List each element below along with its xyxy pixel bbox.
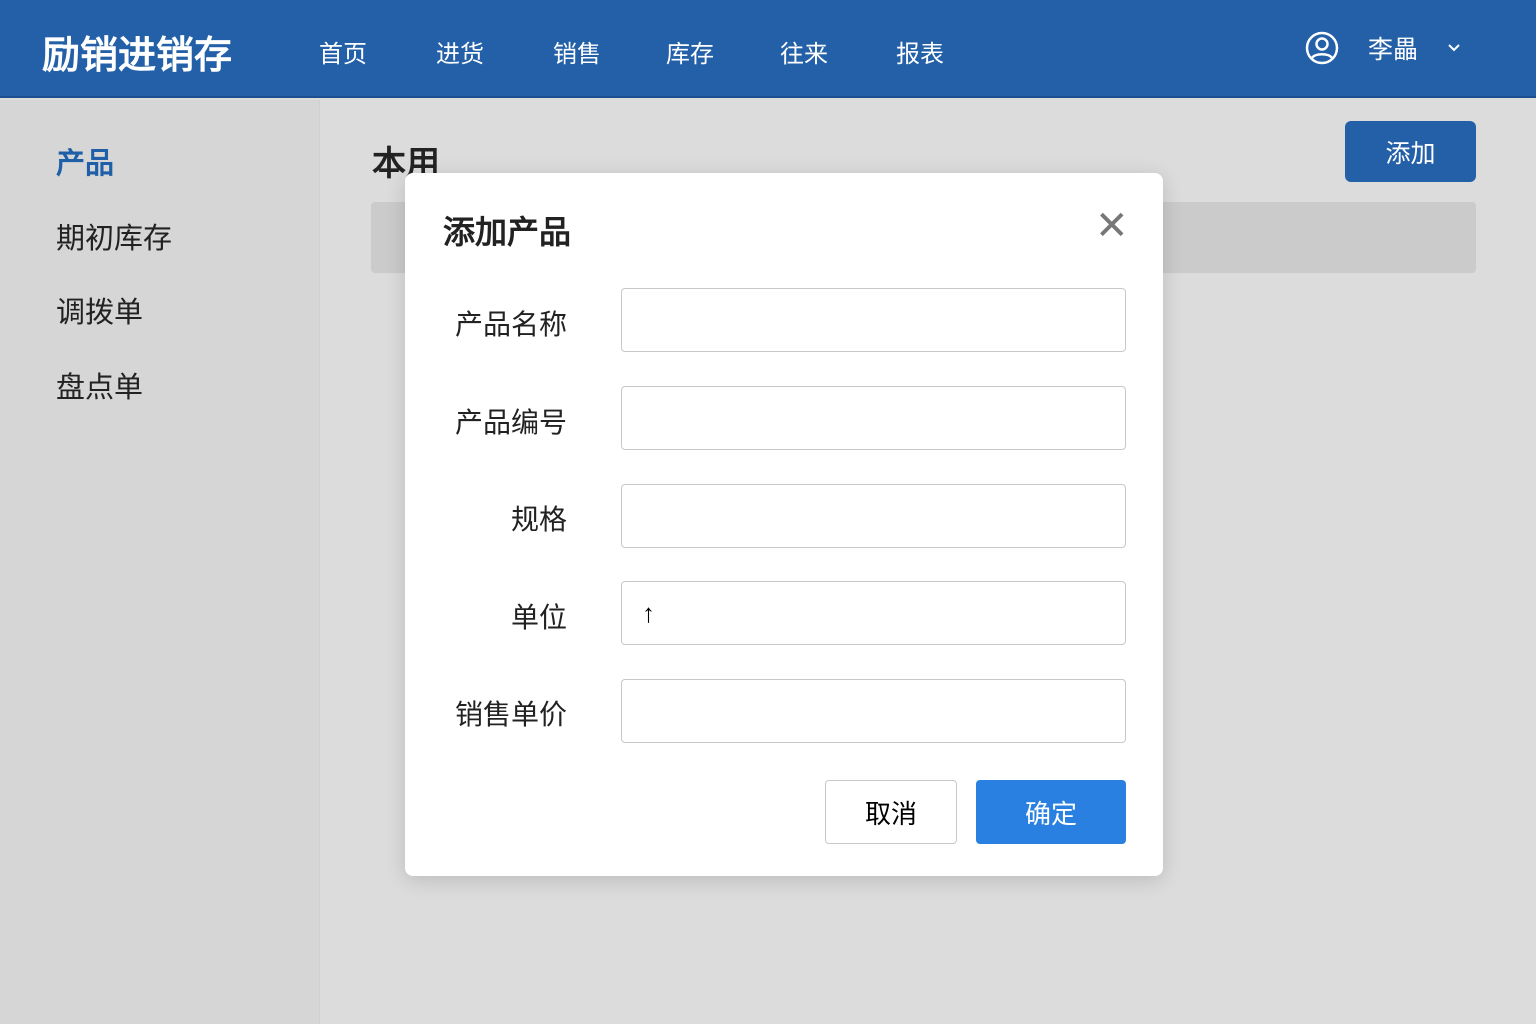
add-product-dialog: 添加产品 ✕ 产品名称 产品编号 规格 单位 销售单价 取消 确定 [405,173,1163,876]
sidebar-item-stocktake[interactable]: 盘点单 [56,364,143,406]
brand-logo: 励销进销存 [42,33,233,77]
spec-input[interactable] [621,484,1126,548]
close-icon[interactable]: ✕ [1095,203,1129,249]
nav-sales[interactable]: 销售 [553,34,601,69]
label-product-name: 产品名称 [454,308,567,341]
dialog-title: 添加产品 [443,213,572,251]
user-name: 李畾 [1368,35,1419,64]
product-code-input[interactable] [621,386,1126,450]
user-menu[interactable]: 李畾 [1304,30,1462,66]
sidebar: 产品 期初库存 调拨单 盘点单 [0,100,320,1024]
sidebar-item-transfer[interactable]: 调拨单 [56,289,143,331]
nav-purchase[interactable]: 进货 [436,34,484,69]
user-avatar-icon [1305,31,1339,65]
cancel-button[interactable]: 取消 [825,780,957,844]
label-product-code: 产品编号 [454,406,567,439]
product-name-input[interactable] [621,288,1126,352]
sidebar-item-opening-stock[interactable]: 期初库存 [56,215,172,257]
label-sale-price: 销售单价 [454,698,567,731]
nav-inventory[interactable]: 库存 [666,34,714,69]
nav-home[interactable]: 首页 [319,34,367,69]
nav-reports[interactable]: 报表 [896,34,944,69]
chevron-down-icon [1448,44,1460,52]
label-spec: 规格 [510,503,567,536]
sale-price-input[interactable] [621,679,1126,743]
sidebar-item-products[interactable]: 产品 [56,140,114,182]
add-button[interactable]: 添加 [1345,121,1476,182]
unit-input[interactable] [621,581,1126,645]
label-unit: 单位 [510,601,567,634]
top-navbar: 励销进销存 首页 进货 销售 库存 往来 报表 李畾 [0,0,1536,98]
nav-accounts[interactable]: 往来 [780,34,828,69]
confirm-button[interactable]: 确定 [976,780,1126,844]
